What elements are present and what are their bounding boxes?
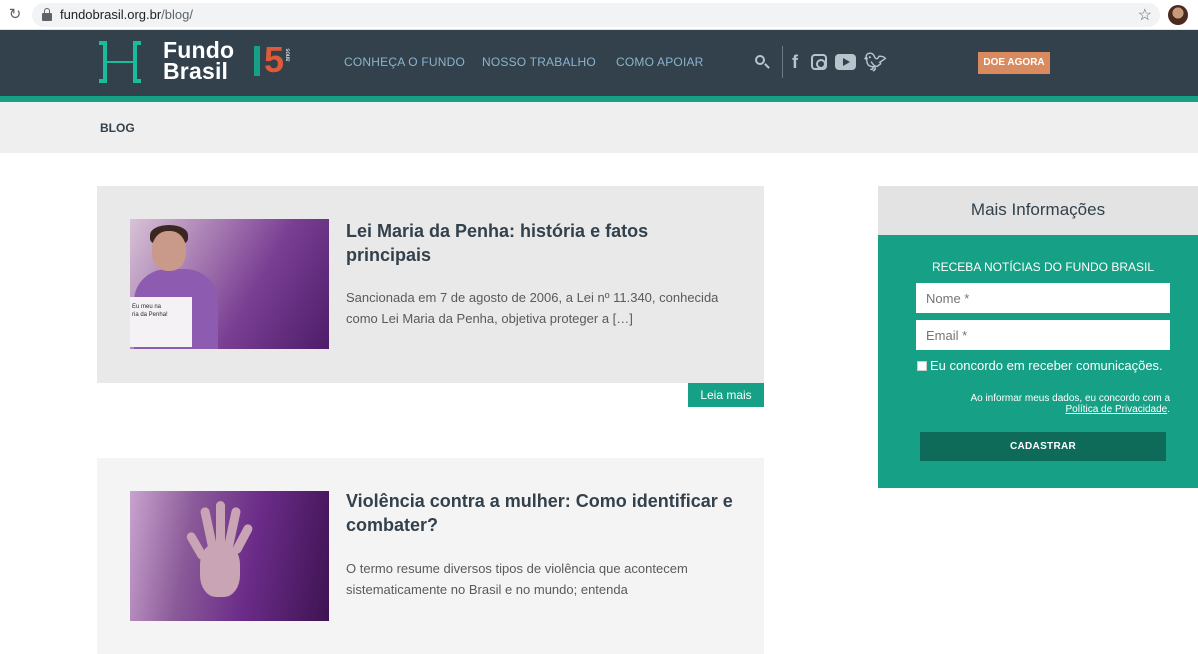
consent-row: Eu concordo em receber comunicações. bbox=[917, 358, 1163, 373]
search-icon[interactable] bbox=[754, 54, 770, 70]
newsletter-form: RECEBA NOTÍCIAS DO FUNDO BRASIL Eu conco… bbox=[878, 235, 1198, 488]
newsletter-title: RECEBA NOTÍCIAS DO FUNDO BRASIL bbox=[931, 260, 1155, 274]
consent-checkbox[interactable] bbox=[917, 361, 927, 371]
badge-five: 5 bbox=[264, 39, 285, 80]
url-host: fundobrasil.org.br bbox=[60, 7, 162, 22]
post-thumbnail[interactable] bbox=[130, 491, 329, 621]
read-more-button[interactable]: Leia mais bbox=[688, 383, 764, 407]
header-divider bbox=[782, 46, 783, 78]
nav-conheca-o-fundo[interactable]: CONHEÇA O FUNDO bbox=[344, 55, 465, 69]
page-title: BLOG bbox=[100, 121, 135, 135]
twitter-icon[interactable]: 🐦︎ bbox=[864, 52, 887, 72]
address-bar[interactable]: fundobrasil.org.br/blog/ ☆ bbox=[32, 3, 1160, 27]
logo-mark-icon[interactable] bbox=[99, 41, 143, 83]
facebook-icon[interactable]: f bbox=[792, 52, 798, 72]
reload-icon[interactable]: ↻ bbox=[6, 6, 24, 24]
post-excerpt: Sancionada em 7 de agosto de 2006, a Lei… bbox=[346, 290, 719, 326]
instagram-icon[interactable] bbox=[811, 54, 827, 70]
name-field[interactable] bbox=[916, 283, 1170, 313]
privacy-notice: Ao informar meus dados, eu concordo com … bbox=[910, 393, 1170, 415]
email-field[interactable] bbox=[916, 320, 1170, 350]
post-thumbnail[interactable]: Eu meu na ria da Penha! bbox=[130, 219, 329, 349]
post-excerpt: O termo resume diversos tipos de violênc… bbox=[346, 561, 688, 597]
logo-wordmark[interactable]: Fundo Brasil bbox=[163, 39, 234, 84]
post-title[interactable]: Violência contra a mulher: Como identifi… bbox=[346, 489, 736, 537]
url-text[interactable]: fundobrasil.org.br/blog/ bbox=[60, 7, 193, 23]
post-title[interactable]: Lei Maria da Penha: história e fatos pri… bbox=[346, 219, 736, 267]
thumbnail-sign-text: Eu meu na ria da Penha! bbox=[132, 304, 168, 318]
profile-avatar[interactable] bbox=[1168, 5, 1188, 25]
badge-anos: anos bbox=[285, 48, 292, 62]
bookmark-star-icon[interactable]: ☆ bbox=[1138, 5, 1152, 25]
thumbnail-sign: Eu meu na ria da Penha! bbox=[130, 297, 192, 347]
blog-post-card: Violência contra a mulher: Como identifi… bbox=[97, 458, 764, 654]
lock-icon[interactable] bbox=[42, 8, 52, 21]
url-path: /blog/ bbox=[161, 7, 193, 22]
privacy-suffix: . bbox=[1167, 404, 1170, 415]
site-header: Fundo Brasil 5 anos CONHEÇA O FUNDO NOSS… bbox=[0, 30, 1198, 96]
subscribe-button[interactable]: CADASTRAR bbox=[920, 432, 1166, 461]
browser-toolbar: ↻ fundobrasil.org.br/blog/ ☆ bbox=[0, 0, 1198, 30]
youtube-icon[interactable] bbox=[835, 54, 856, 70]
badge-one-bar bbox=[254, 46, 260, 76]
logo-line2: Brasil bbox=[163, 58, 229, 84]
anniversary-badge: 5 anos bbox=[254, 42, 294, 82]
sidebar-heading: Mais Informações bbox=[878, 186, 1198, 235]
raised-hand bbox=[185, 501, 254, 611]
privacy-policy-link[interactable]: Política de Privacidade bbox=[1065, 404, 1167, 415]
blog-post-card: Eu meu na ria da Penha! Lei Maria da Pen… bbox=[97, 186, 764, 383]
privacy-text: Ao informar meus dados, eu concordo com … bbox=[970, 393, 1170, 404]
nav-nosso-trabalho[interactable]: NOSSO TRABALHO bbox=[482, 55, 596, 69]
donate-button[interactable]: DOE AGORA bbox=[978, 52, 1050, 74]
consent-label[interactable]: Eu concordo em receber comunicações. bbox=[930, 358, 1163, 373]
page-title-band: BLOG bbox=[0, 102, 1198, 153]
nav-como-apoiar[interactable]: COMO APOIAR bbox=[616, 55, 704, 69]
